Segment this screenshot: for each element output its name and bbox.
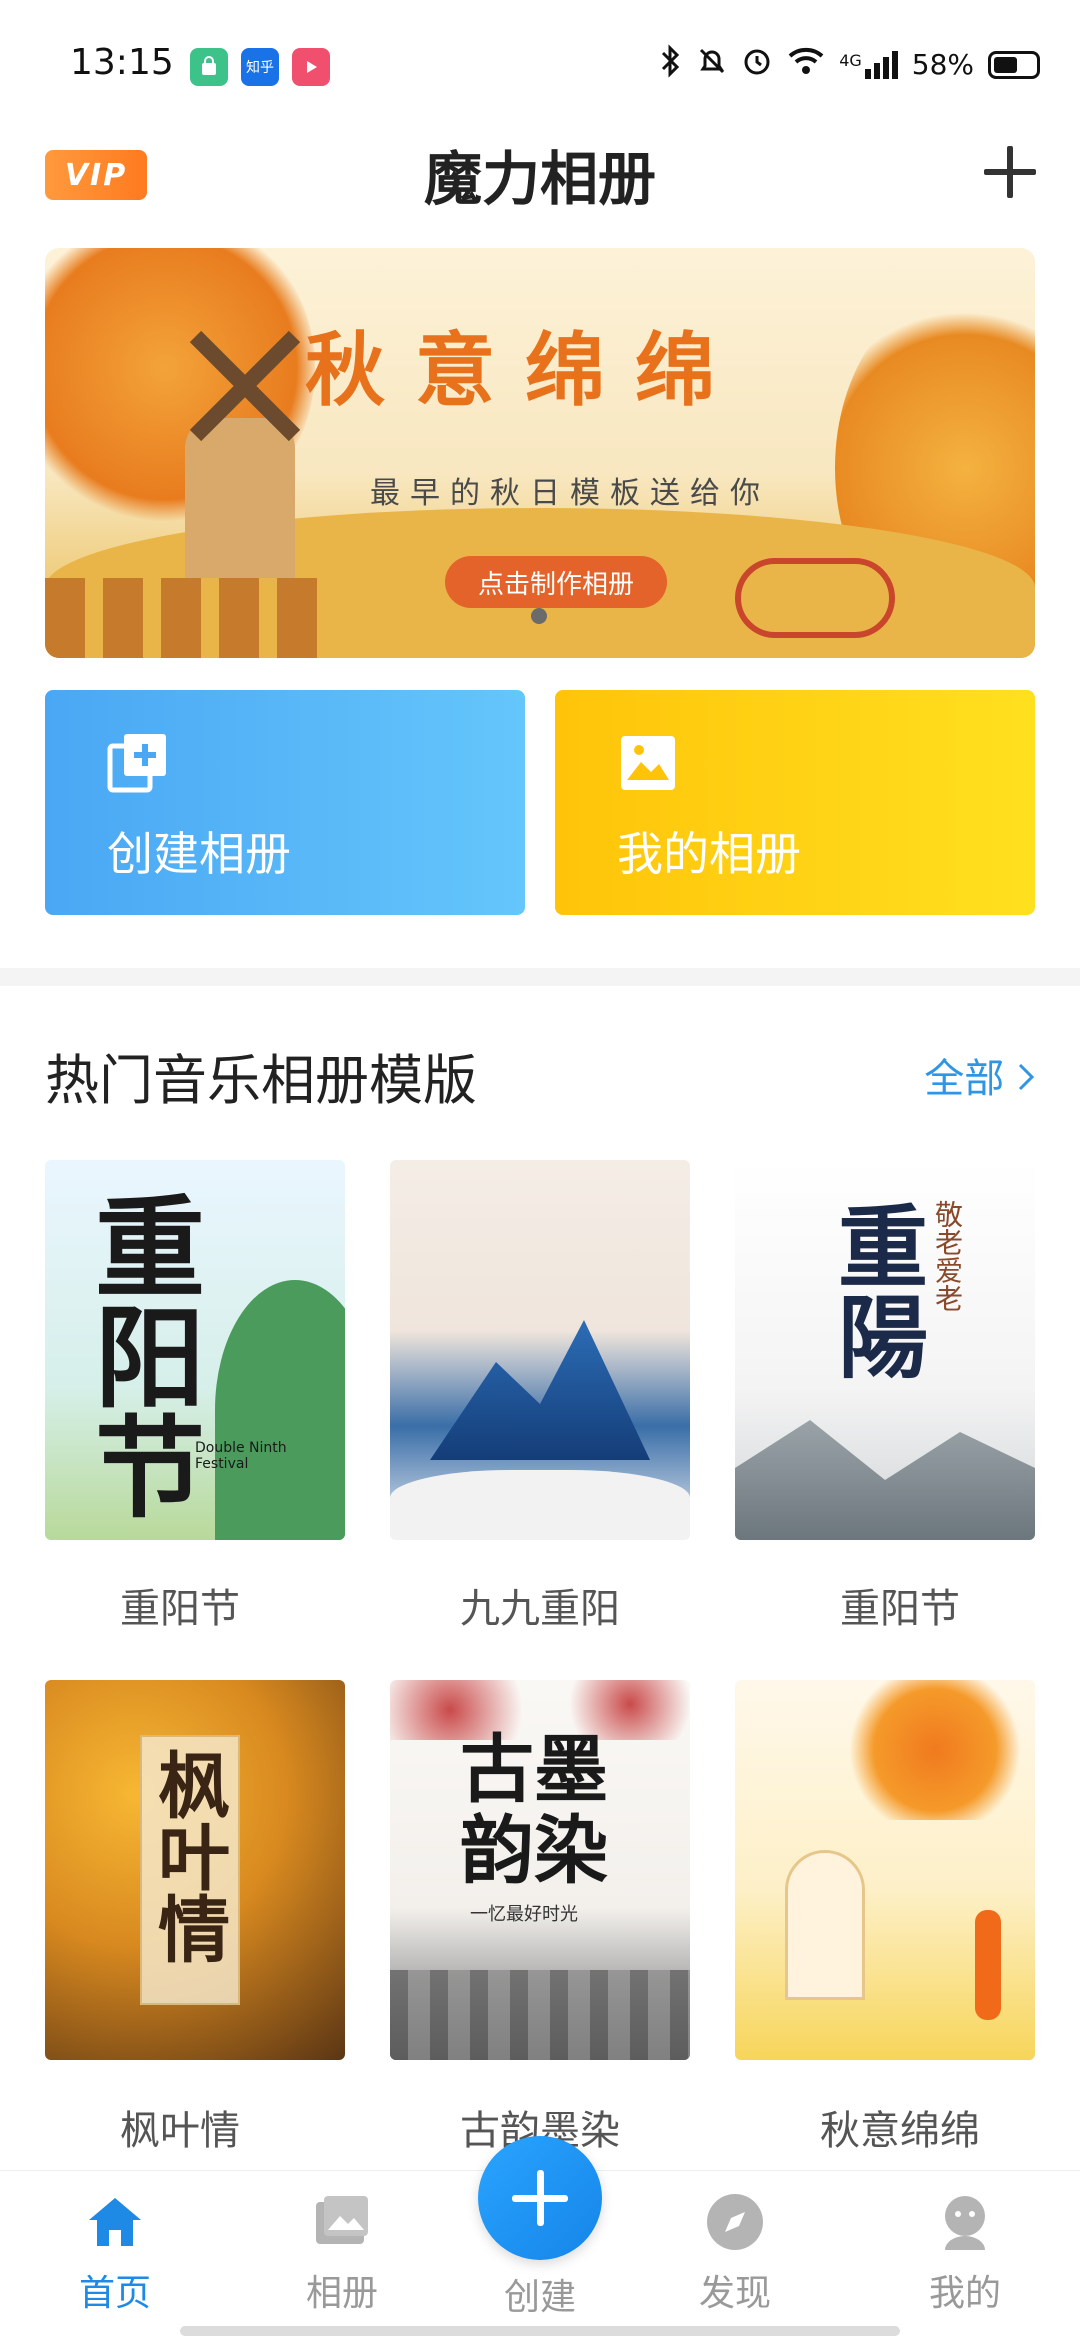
- nav-mine-label: 我的: [928, 2273, 1001, 2314]
- banner-make-album-button[interactable]: 点击制作相册: [445, 556, 667, 608]
- nav-mine[interactable]: 我的: [885, 2190, 1045, 2316]
- template-label: 重阳节: [120, 1586, 240, 1632]
- bluetooth-icon: [659, 44, 683, 85]
- home-icon: [83, 2190, 147, 2254]
- template-card[interactable]: 古墨韵染 一忆最好时光: [390, 1680, 690, 2060]
- template-art-text: 重陽: [822, 1200, 927, 1380]
- battery-percent: 58%: [911, 48, 974, 81]
- template-art-text: 古墨韵染: [460, 1727, 608, 1895]
- fence-image: [45, 578, 335, 658]
- template-card[interactable]: [390, 1160, 690, 1540]
- template-label: 秋意绵绵: [820, 2108, 980, 2154]
- nav-album-label: 相册: [305, 2273, 378, 2314]
- mountain-image: [735, 1420, 1035, 1540]
- page-title: 魔力相册: [423, 145, 656, 213]
- girl-image: [975, 1910, 1001, 2020]
- template-card[interactable]: 重阳节 Double Ninth Festival: [45, 1160, 345, 1540]
- carousel-indicator: [531, 608, 547, 624]
- template-art-subtext: 敬老爱老: [931, 1200, 964, 1312]
- status-right: 4G 58%: [659, 44, 1040, 85]
- compass-icon: [703, 2190, 767, 2254]
- status-time: 13:15: [70, 42, 174, 83]
- home-indicator: [180, 2326, 900, 2336]
- alarm-icon: [741, 45, 773, 84]
- play-icon: [292, 48, 330, 86]
- shopping-bag-icon: [190, 48, 228, 86]
- promo-banner[interactable]: 秋意绵绵 最早的秋日模板送给你 点击制作相册: [45, 248, 1035, 658]
- chevron-right-icon: [1017, 1056, 1035, 1102]
- see-all-label: 全部: [924, 1056, 1005, 1102]
- create-fab-button[interactable]: [478, 2136, 602, 2260]
- my-albums-label: 我的相册: [617, 827, 801, 881]
- template-label: 枫叶情: [120, 2108, 240, 2154]
- nav-album[interactable]: 相册: [262, 2190, 422, 2316]
- bicycle-image: [735, 558, 895, 638]
- windmill-image: [785, 1850, 865, 2000]
- template-card[interactable]: 枫叶情: [45, 1680, 345, 2060]
- section-divider: [0, 968, 1080, 986]
- maple-leaves-image: [835, 1680, 1035, 1820]
- template-art-text: 枫叶情: [145, 1748, 230, 1964]
- add-album-icon: [107, 732, 169, 794]
- status-bar: 13:15 知乎 4G 58%: [0, 0, 1080, 130]
- cloud-image: [390, 1470, 690, 1540]
- mountain-image: [430, 1320, 650, 1460]
- image-icon: [617, 732, 679, 794]
- zhihu-icon: 知乎: [241, 48, 279, 86]
- template-label: 重阳节: [840, 1586, 960, 1632]
- create-album-button[interactable]: 创建相册: [45, 690, 525, 915]
- photos-icon: [310, 2190, 374, 2254]
- signal-icon: 4G: [839, 50, 898, 79]
- nav-home[interactable]: 首页: [35, 2190, 195, 2316]
- mountain-image: [215, 1280, 345, 1540]
- nav-home-label: 首页: [78, 2273, 151, 2314]
- nav-discover-label: 发现: [698, 2273, 771, 2314]
- template-art-subtext: 一忆最好时光: [470, 1904, 578, 1925]
- template-card[interactable]: [735, 1680, 1035, 2060]
- town-image: [390, 1970, 690, 2060]
- banner-subtitle: 最早的秋日模板送给你: [370, 476, 770, 511]
- section-title: 热门音乐相册模版: [45, 1049, 477, 1112]
- template-art-text: 重阳节: [76, 1190, 204, 1520]
- create-album-label: 创建相册: [107, 827, 291, 881]
- my-albums-button[interactable]: 我的相册: [555, 690, 1035, 915]
- nav-create-label: 创建: [503, 2277, 576, 2318]
- see-all-link[interactable]: 全部: [924, 1046, 1035, 1104]
- nav-discover[interactable]: 发现: [655, 2190, 815, 2316]
- windmill-image: [185, 418, 295, 578]
- template-art-subtext: Double Ninth Festival: [195, 1440, 287, 1472]
- template-label: 九九重阳: [460, 1586, 620, 1632]
- mute-bell-icon: [697, 46, 727, 83]
- battery-icon: [988, 50, 1040, 79]
- profile-icon: [933, 2190, 997, 2254]
- banner-title: 秋意绵绵: [305, 324, 745, 417]
- template-card[interactable]: 重陽 敬老爱老: [735, 1160, 1035, 1540]
- wifi-icon: [787, 46, 825, 83]
- add-icon[interactable]: [982, 144, 1038, 200]
- network-type: 4G: [839, 50, 862, 70]
